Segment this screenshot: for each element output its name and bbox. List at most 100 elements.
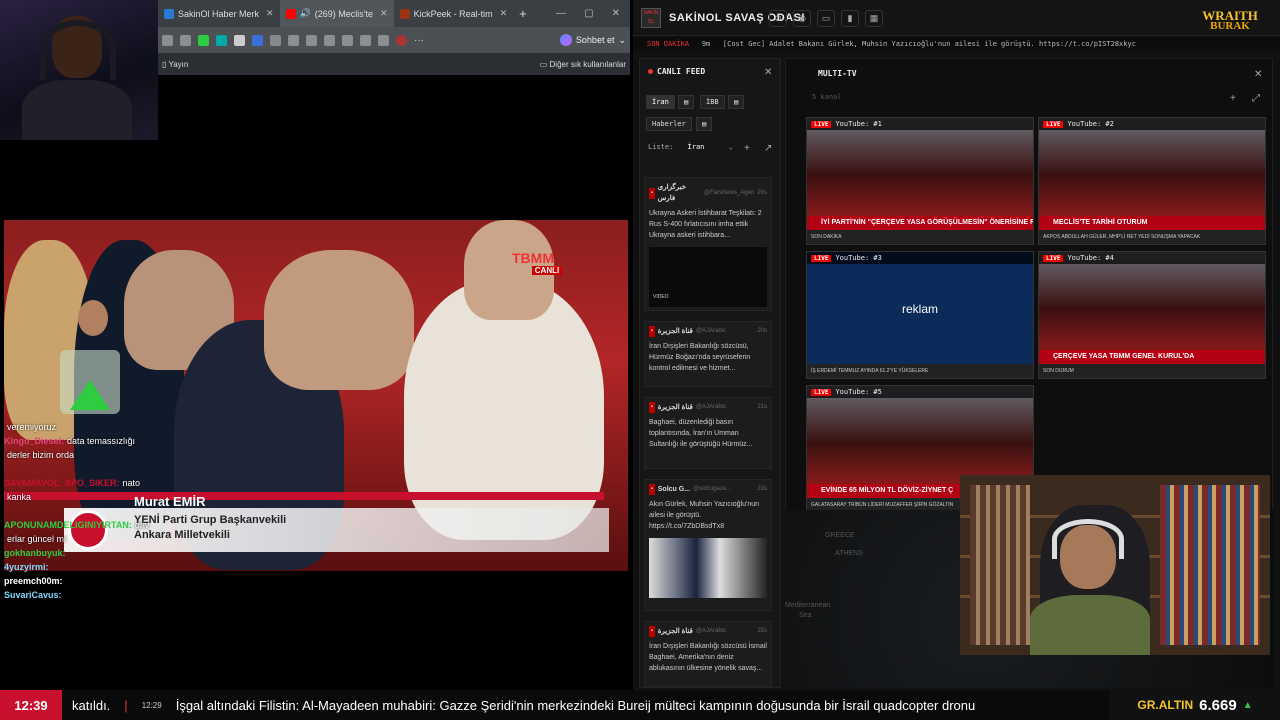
stream-chat: veremiyoruz Kingo_Diesel: data temassızlığ…	[4, 420, 204, 602]
screenshot-icon[interactable]	[378, 34, 389, 46]
gold-price: GR.ALTIN 6.669 ▲	[1110, 690, 1280, 720]
feed-card[interactable]: • قناة الجزيرة @AJArabic 25s İran Dışişleri …	[644, 621, 772, 687]
list-selector[interactable]: Liste: İran ⌄	[648, 143, 733, 151]
feed-card[interactable]: • خبرگزاری فارس @FarsNews_Agen 20s Ukrayna A…	[644, 177, 772, 311]
split-screen-icon[interactable]	[162, 34, 173, 46]
favorites-icon[interactable]	[342, 34, 353, 46]
expand-icon[interactable]: ↗	[764, 143, 772, 154]
grid-icon[interactable]: ▦	[865, 10, 883, 27]
tab-ibb-close[interactable]: ▤	[728, 95, 745, 109]
channel-headline: ÇERÇEVE YASA TBMM GENEL KURUL'DA	[1039, 350, 1265, 364]
chat-username[interactable]: SuvariCavus:	[4, 590, 62, 600]
video-thumbnail[interactable]: VIDEO	[649, 247, 767, 307]
profile-avatar[interactable]	[396, 34, 407, 46]
tv-channel-cell[interactable]: LIVE YouTube: #2 MECLİS'TE TARİHİ OTURUM AK…	[1038, 117, 1266, 245]
chat-username[interactable]: SAVAMAVOL_APO_SIKER:	[4, 478, 120, 488]
bookmark-yayin[interactable]: ▯ Yayın	[162, 60, 188, 69]
extension-icon[interactable]	[252, 34, 263, 46]
live-badge: LIVE	[1043, 120, 1064, 128]
speaker-icon[interactable]: 🔊	[300, 8, 311, 19]
app-logo: SAKIN OL	[641, 8, 661, 28]
tab-iran-close[interactable]: ▤	[678, 95, 695, 109]
fullscreen-icon[interactable]: ⤢	[1252, 93, 1260, 104]
channel-label: YouTube: #1	[835, 120, 882, 128]
more-icon[interactable]: ···	[414, 35, 424, 46]
alert-icon[interactable]: ⊘	[769, 10, 787, 27]
close-tab-icon[interactable]: ✕	[380, 8, 388, 19]
extension-icon[interactable]	[216, 34, 227, 46]
trend-up-icon: ▲	[1242, 699, 1253, 711]
tab-haberler-close[interactable]: ▤	[696, 117, 713, 131]
history-icon[interactable]	[360, 34, 371, 46]
mini-streamer-overlay	[60, 300, 130, 420]
maximize-icon[interactable]: ▢	[584, 8, 593, 19]
live-badge: LIVE	[811, 388, 832, 396]
close-multitv-icon[interactable]: ✕	[1254, 69, 1262, 80]
close-feed-icon[interactable]: ✕	[764, 67, 772, 78]
chat-username[interactable]: APONUNAMDELIGINIYIRTAN:	[4, 520, 132, 530]
feed-card[interactable]: • قناة الجزيرة @AJArabic 21s Baghaei, düzenl…	[644, 397, 772, 469]
extension-icon[interactable]	[270, 34, 281, 46]
tab-sakinol[interactable]: SakinOl Haber Merk ✕	[158, 0, 280, 27]
feed-card[interactable]: • Solcu G... @solcugaze... 23s Akın Gürlek, …	[644, 479, 772, 611]
feed-card[interactable]: • قناة الجزيرة @AJArabic 20s İran Dışişleri …	[644, 321, 772, 387]
extension-icon[interactable]	[234, 34, 245, 46]
ticker-clock: 12:39	[0, 690, 62, 720]
screen: SakinOl Haber Merk ✕ 🔊 (269) Meclis'te ✕…	[0, 0, 1280, 720]
refresh-icon[interactable]	[288, 34, 299, 46]
chat-message: SAVAMAVOL_APO_SIKER: nato	[4, 476, 204, 490]
ticker-track: katıldı. | 12:29 İşgal altındaki Filisti…	[62, 690, 1110, 720]
video-label: VIDEO	[653, 294, 669, 300]
tab-kickpeek[interactable]: KickPeek - Real-tim ✕	[394, 0, 514, 27]
globe-icon	[164, 8, 174, 19]
add-list-icon[interactable]: +	[744, 143, 750, 154]
copilot-icon	[559, 34, 572, 46]
rss-icon[interactable]: ◉	[793, 10, 811, 27]
tv-channel-cell[interactable]: LIVE YouTube: #3 reklam İŞ ERDEMİ TEMMUZ AY…	[806, 251, 1034, 379]
tv-channel-cell[interactable]: LIVE YouTube: #4 ÇERÇEVE YASA TBMM GENEL K…	[1038, 251, 1266, 379]
chat-username[interactable]: 4yuzyirmi:	[4, 562, 49, 572]
source-badge: •	[649, 326, 655, 337]
tab-haberler[interactable]: Haberler	[646, 117, 692, 131]
chart-icon[interactable]: ▮	[841, 10, 859, 27]
live-badge: LIVE	[811, 254, 832, 262]
tab-iran[interactable]: İran	[646, 95, 675, 109]
tv-icon[interactable]: ▭	[817, 10, 835, 27]
new-tab-button[interactable]: +	[513, 0, 533, 27]
photo-thumbnail[interactable]	[649, 538, 767, 598]
chat-username[interactable]: gokhanbuyuk:	[4, 548, 66, 558]
feed-time: 21s	[757, 404, 767, 410]
chat-message: gokhanbuyuk:	[4, 546, 204, 560]
live-feed-title: CANLI FEED	[648, 67, 705, 76]
minimize-icon[interactable]: —	[556, 8, 566, 19]
map-label: Sea	[799, 612, 812, 619]
chat-username[interactable]: preemch00m:	[4, 576, 63, 586]
chat-button[interactable]: Sohbet et ⌄	[559, 34, 626, 46]
tab-youtube[interactable]: 🔊 (269) Meclis'te ✕	[279, 0, 394, 27]
multi-tv-subtitle: 5 kanal	[812, 93, 842, 101]
feed-handle: @AJArabic	[695, 404, 727, 410]
tv-channel-cell[interactable]: LIVE YouTube: #1 İYİ PARTİ'NİN "ÇERÇEVE YA…	[806, 117, 1034, 245]
favorite-icon[interactable]	[180, 34, 191, 46]
browser-tab-bar: SakinOl Haber Merk ✕ 🔊 (269) Meclis'te ✕…	[158, 0, 630, 27]
close-window-icon[interactable]: ✕	[612, 8, 620, 19]
close-tab-icon[interactable]: ✕	[266, 8, 274, 19]
add-channel-icon[interactable]: +	[1230, 93, 1236, 104]
streamer-webcam	[0, 0, 158, 140]
chevron-down-icon: ⌄	[728, 143, 733, 151]
feed-source: خبرگزاری فارس	[657, 184, 687, 202]
channel-headline: MECLİS'TE TARİHİ OTURUM	[1039, 216, 1265, 230]
extension-icon[interactable]	[198, 34, 209, 46]
tab-ibb[interactable]: İBB	[700, 95, 725, 109]
bookmark-other-folder[interactable]: ▭ Diğer sık kullanılanlar	[540, 60, 626, 69]
chat-username[interactable]: Kingo_Diesel:	[4, 436, 64, 446]
collections-icon[interactable]	[324, 34, 335, 46]
chat-text: data temassızlığı	[67, 436, 136, 446]
feed-handle: @solcugaze...	[693, 486, 732, 492]
channel-subline: SON DAKİKA	[807, 230, 1033, 244]
tbmm-watermark: TBMM CANLI	[512, 250, 582, 284]
close-tab-icon[interactable]: ✕	[500, 8, 508, 19]
chat-message: SuvariCavus:	[4, 588, 204, 602]
chat-message	[4, 462, 204, 476]
reading-view-icon[interactable]	[306, 34, 317, 46]
